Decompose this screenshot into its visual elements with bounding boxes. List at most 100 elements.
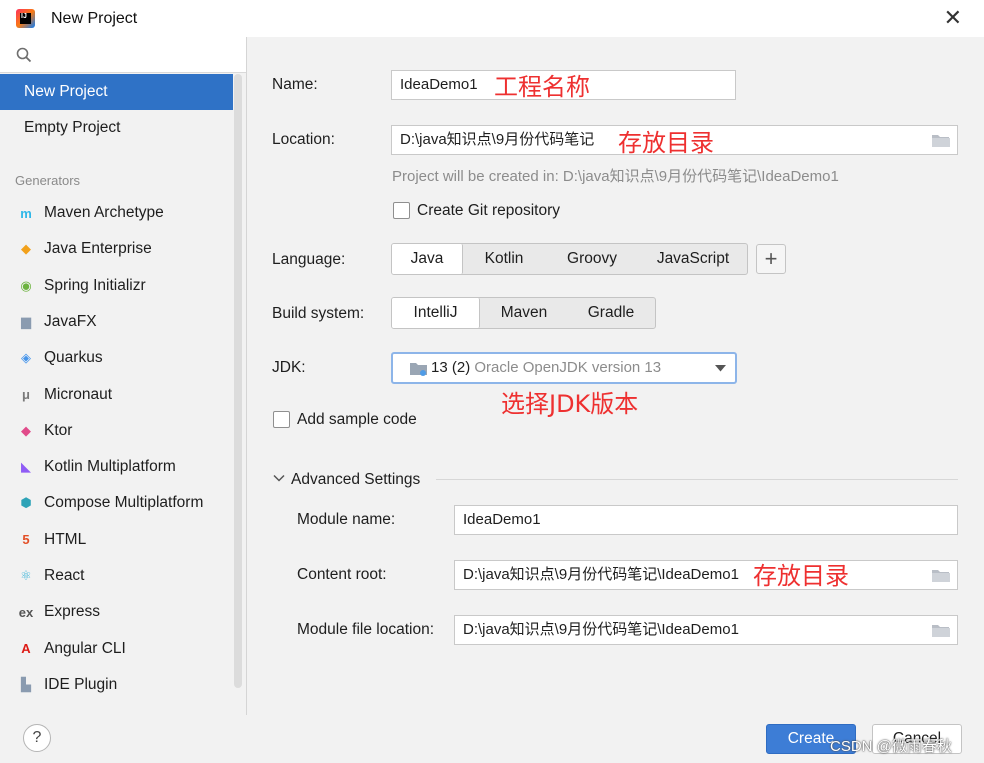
language-selector: Java Kotlin Groovy JavaScript — [391, 243, 748, 275]
react-icon: ⚛ — [20, 568, 32, 583]
module-file-location-label: Module file location: — [297, 621, 434, 638]
jdk-label: JDK: — [272, 359, 306, 376]
location-value: D:\java知识点\9月份代码笔记 — [400, 131, 595, 148]
generator-label: Quarkus — [44, 349, 103, 367]
jdk-detail: Oracle OpenJDK version 13 — [474, 359, 662, 376]
window-title: New Project — [51, 10, 138, 27]
build-option-gradle[interactable]: Gradle — [568, 298, 654, 328]
sidebar-item-generator[interactable]: 5 HTML — [0, 523, 233, 557]
sample-code-checkbox[interactable] — [273, 411, 290, 428]
csdn-watermark: CSDN @微雨春秋 — [830, 738, 952, 755]
generator-label: React — [44, 567, 85, 584]
browse-folder-icon[interactable] — [931, 131, 951, 149]
generator-label: Micronaut — [44, 385, 113, 403]
git-repo-checkbox[interactable] — [393, 202, 410, 219]
sidebar-item-generator[interactable]: ⬢ Compose Multiplatform — [0, 486, 233, 520]
generator-label: Ktor — [44, 421, 73, 439]
generator-label: Angular CLI — [44, 639, 126, 657]
generator-label: Express — [44, 603, 100, 621]
chevron-expand-icon[interactable] — [273, 474, 285, 483]
language-option-kotlin[interactable]: Kotlin — [463, 244, 545, 274]
sidebar-item-generator[interactable]: ◣ Kotlin Multiplatform — [0, 450, 233, 484]
annotation-project-name: 工程名称 — [494, 73, 590, 101]
git-repo-label[interactable]: Create Git repository — [417, 202, 560, 220]
jdk-folder-icon — [410, 363, 427, 376]
generator-label: Maven Archetype — [44, 204, 164, 221]
annotation-content-root: 存放目录 — [753, 562, 849, 590]
ide-plugin-icon: ▙ — [21, 676, 31, 692]
maven-icon: m — [20, 205, 32, 221]
build-option-maven[interactable]: Maven — [480, 298, 568, 328]
close-icon[interactable]: ✕ — [944, 6, 962, 30]
content-root-value: D:\java知识点\9月份代码笔记\IdeaDemo1 — [463, 566, 739, 583]
new-project-form: Name: IdeaDemo1 工程名称 Location: D:\java知识… — [248, 37, 984, 715]
build-option-intellij[interactable]: IntelliJ — [392, 298, 480, 328]
generator-label: JavaFX — [44, 312, 97, 330]
sidebar-item-empty-project[interactable]: Empty Project — [0, 110, 233, 146]
module-name-label: Module name: — [297, 511, 396, 528]
sidebar-item-generator[interactable]: A Angular CLI — [0, 632, 233, 666]
sidebar-item-new-project[interactable]: New Project — [0, 74, 233, 110]
intellij-logo-icon: IJ — [16, 9, 35, 28]
project-path-hint: Project will be created in: D:\java知识点\9… — [392, 168, 839, 185]
advanced-divider — [436, 479, 958, 480]
name-label: Name: — [272, 76, 318, 93]
help-button[interactable]: ? — [23, 724, 51, 752]
sidebar-item-generator[interactable]: ⚛ React — [0, 559, 233, 593]
browse-folder-icon[interactable] — [931, 621, 951, 639]
sidebar-item-generator[interactable]: ◆ Ktor — [0, 414, 233, 448]
kotlin-icon: ◣ — [21, 459, 31, 475]
language-option-java[interactable]: Java — [392, 244, 463, 274]
content-root-label: Content root: — [297, 566, 387, 583]
generator-label: HTML — [44, 530, 87, 548]
generator-label: Spring Initializr — [44, 276, 146, 294]
spring-icon: ◉ — [20, 277, 32, 293]
sidebar-item-generator[interactable]: ◉ Spring Initializr — [0, 269, 233, 303]
chevron-down-icon — [715, 365, 726, 372]
module-name-input[interactable]: IdeaDemo1 — [454, 505, 958, 535]
java-enterprise-icon: ◆ — [21, 241, 31, 257]
sidebar-search-input[interactable] — [0, 37, 246, 73]
generator-label: IDE Plugin — [44, 675, 118, 693]
sample-code-label[interactable]: Add sample code — [297, 411, 417, 429]
jdk-dropdown[interactable]: 13 (2) Oracle OpenJDK version 13 — [391, 352, 737, 384]
content-root-input[interactable]: D:\java知识点\9月份代码笔记\IdeaDemo1 — [454, 560, 958, 590]
sidebar-scrollbar[interactable] — [234, 74, 242, 688]
sidebar: New Project Empty Project Generators m Ma… — [0, 37, 247, 715]
micronaut-icon: μ — [22, 387, 30, 402]
language-option-javascript[interactable]: JavaScript — [639, 244, 747, 274]
build-system-selector: IntelliJ Maven Gradle — [391, 297, 656, 329]
sidebar-item-generator[interactable]: ▙ IDE Plugin — [0, 668, 233, 702]
sidebar-item-generator[interactable]: ▆ JavaFX — [0, 305, 233, 339]
module-file-location-input[interactable]: D:\java知识点\9月份代码笔记\IdeaDemo1 — [454, 615, 958, 645]
express-icon: ex — [18, 604, 34, 620]
language-option-groovy[interactable]: Groovy — [545, 244, 639, 274]
advanced-settings-toggle[interactable]: Advanced Settings — [291, 471, 420, 489]
search-icon — [16, 47, 32, 63]
jdk-version: 13 (2) — [431, 359, 471, 376]
browse-folder-icon[interactable] — [931, 566, 951, 584]
generators-heading: Generators — [15, 173, 81, 188]
quarkus-icon: ◈ — [21, 350, 31, 366]
javafx-folder-icon: ▆ — [21, 313, 31, 329]
generator-label: Compose Multiplatform — [44, 494, 204, 512]
title-bar: IJ New Project ✕ — [0, 0, 984, 37]
annotation-location: 存放目录 — [618, 129, 714, 157]
sidebar-item-generator[interactable]: ex Express — [0, 595, 233, 629]
annotation-jdk: 选择JDK版本 — [501, 390, 639, 418]
add-language-button[interactable]: + — [756, 244, 786, 274]
dialog-footer: ? Create Cancel CSDN @微雨春秋 — [0, 715, 984, 763]
language-label: Language: — [272, 251, 346, 268]
sidebar-item-generator[interactable]: ◈ Quarkus — [0, 341, 233, 375]
generator-label: Java Enterprise — [44, 240, 152, 258]
sidebar-item-generator[interactable]: ◆ Java Enterprise — [0, 232, 233, 266]
html5-icon: 5 — [22, 532, 30, 548]
generator-label: Kotlin Multiplatform — [44, 458, 176, 476]
compose-icon: ⬢ — [20, 495, 32, 511]
location-label: Location: — [272, 131, 335, 148]
angular-icon: A — [21, 641, 31, 657]
ktor-icon: ◆ — [21, 422, 31, 438]
sidebar-item-generator[interactable]: μ Micronaut — [0, 378, 233, 412]
sidebar-item-generator[interactable]: m Maven Archetype — [0, 196, 233, 230]
build-system-label: Build system: — [272, 305, 365, 322]
